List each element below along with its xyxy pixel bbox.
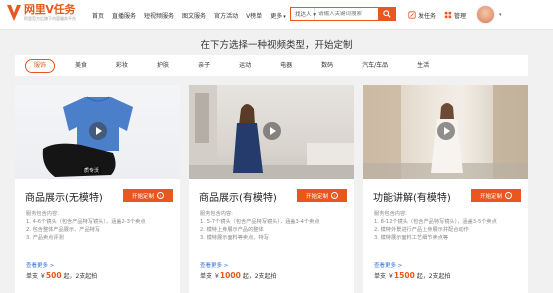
intro-line: 服务包含内容: — [26, 211, 59, 217]
tab-parenting[interactable]: 亲子 — [189, 59, 219, 73]
price-suffix: 起，2支起拍 — [61, 273, 98, 280]
play-icon — [444, 127, 450, 135]
tab-appliances[interactable]: 电器 — [271, 59, 301, 73]
card-title: 功能讲解(有模特) — [373, 193, 451, 204]
price-suffix: 起，2支起拍 — [414, 273, 451, 280]
publish-task-link[interactable]: 发任务 — [408, 11, 436, 20]
price-value: 500 — [45, 271, 62, 280]
price-prefix: 单支 ￥ — [200, 273, 220, 280]
intro-line: 2. 包含整体产品展示、产品特写 — [26, 227, 101, 233]
site-logo[interactable]: 网里V任务 阿里官方后旗下内容服务平台 — [6, 3, 76, 23]
arrow-right-icon: › — [331, 192, 338, 199]
play-button[interactable] — [263, 122, 281, 140]
publish-task-label: 发任务 — [418, 12, 437, 20]
nav-more-label: 更多 — [270, 12, 283, 20]
price-prefix: 单支 ￥ — [26, 273, 46, 280]
intro-line: 1. 5-7个镜头（包含产品特写镜头），涵盖3-4个卖点 — [200, 219, 320, 225]
service-card: 商品展示(有模特) 开始定制 › 服务包含内容: 1. 5-7个镜头（包含产品特写… — [189, 85, 354, 293]
search-input[interactable] — [315, 11, 377, 17]
manage-label: 管理 — [454, 12, 467, 20]
logo-title: 网里V任务 — [24, 3, 76, 16]
page-heading: 在下方选择一种视频类型，开始定制 — [200, 40, 353, 51]
start-customize-label: 开始定制 — [479, 193, 502, 200]
top-header: 网里V任务 阿里官方后旗下内容服务平台 首页 直播服务 短视频服务 图文服务 官… — [0, 0, 553, 30]
video-thumbnail[interactable] — [363, 85, 528, 179]
intro-line: 服务包含内容: — [374, 211, 407, 217]
intro-line: 3. 产品卖点评测 — [26, 235, 64, 241]
intro-line: 1. 8-12个镜头（包含产品特写镜头），涵盖3-5个卖点 — [374, 219, 497, 225]
tab-digital[interactable]: 数码 — [312, 59, 342, 73]
play-icon — [96, 127, 102, 135]
tab-lifestyle[interactable]: 生活 — [408, 59, 438, 73]
view-more-link[interactable]: 查看更多 > — [26, 261, 54, 269]
service-card: 质专沃 商品展示(无模特) 开始定制 › 服务包含内容: 1. 4-6个镜头（包含… — [15, 85, 180, 293]
thumbnail-watermark: 质专沃 — [82, 167, 102, 174]
tab-makeup[interactable]: 彩妆 — [107, 59, 137, 73]
nav-official-activity[interactable]: 官方活动 — [214, 11, 238, 20]
service-intro: 服务包含内容: 1. 5-7个镜头（包含产品特写镜头），涵盖3-4个卖点 2. … — [200, 210, 320, 242]
tab-sports[interactable]: 运动 — [230, 59, 260, 73]
start-customize-button[interactable]: 开始定制 › — [471, 189, 521, 202]
price-prefix: 单支 ￥ — [374, 273, 394, 280]
tab-skincare[interactable]: 护肤 — [148, 59, 178, 73]
service-intro: 服务包含内容: 1. 4-6个镜头（包含产品特写镜头），涵盖2-3个卖点 2. … — [26, 210, 146, 242]
tab-apparel[interactable]: 服饰 — [25, 58, 56, 73]
grid-icon — [444, 11, 452, 19]
play-button[interactable] — [437, 122, 455, 140]
price-value: 1500 — [393, 271, 415, 280]
start-customize-button[interactable]: 开始定制 › — [297, 189, 347, 202]
nav-live-service[interactable]: 直播服务 — [112, 11, 136, 20]
search-icon — [383, 10, 391, 18]
nav-home[interactable]: 首页 — [92, 11, 104, 20]
price-info: 单支 ￥500 起，2支起拍 — [26, 271, 97, 280]
price-value: 1000 — [219, 271, 241, 280]
user-avatar[interactable] — [476, 5, 495, 24]
manage-link[interactable]: 管理 — [444, 11, 466, 20]
tab-food[interactable]: 美食 — [66, 59, 96, 73]
tab-automotive[interactable]: 汽车/车品 — [353, 59, 397, 73]
category-tabs: 服饰 美食 彩妆 护肤 亲子 运动 电器 数码 汽车/车品 生活 — [15, 55, 528, 76]
start-customize-label: 开始定制 — [131, 193, 154, 200]
intro-line: 2. 模特外景进行产品上身展示并配合动作 — [374, 227, 469, 233]
chevron-down-icon: ▾ — [283, 13, 286, 20]
service-cards: 质专沃 商品展示(无模特) 开始定制 › 服务包含内容: 1. 4-6个镜头（包含… — [15, 85, 528, 293]
nav-graphic-service[interactable]: 图文服务 — [182, 11, 206, 20]
view-more-link[interactable]: 查看更多 > — [200, 261, 228, 269]
nav-short-video[interactable]: 短视频服务 — [144, 11, 174, 20]
search-button[interactable] — [378, 7, 396, 21]
price-suffix: 起，2支起拍 — [240, 273, 277, 280]
price-info: 单支 ￥1500 起，2支起拍 — [374, 271, 451, 280]
video-thumbnail[interactable]: 质专沃 — [15, 85, 180, 179]
service-card: 功能讲解(有模特) 开始定制 › 服务包含内容: 1. 8-12个镜头（包含产品特… — [363, 85, 528, 293]
logo-tagline: 阿里官方后旗下内容服务平台 — [24, 16, 76, 21]
play-icon — [270, 127, 276, 135]
main-nav: 首页 直播服务 短视频服务 图文服务 官方活动 V榜单 更多▾ — [92, 0, 294, 30]
arrow-right-icon: › — [505, 192, 512, 199]
nav-v-ranking[interactable]: V榜单 — [246, 11, 262, 20]
intro-line: 2. 模特上身展示产品的整体 — [200, 227, 264, 233]
arrow-right-icon: › — [157, 192, 164, 199]
card-title: 商品展示(有模特) — [199, 193, 277, 204]
logo-v-icon — [6, 3, 22, 23]
price-info: 单支 ￥1000 起，2支起拍 — [200, 271, 277, 280]
nav-more[interactable]: 更多▾ — [270, 11, 286, 20]
intro-line: 3. 模特展示面料等卖点、特写 — [200, 235, 269, 241]
card-title: 商品展示(无模特) — [25, 193, 103, 204]
start-customize-button[interactable]: 开始定制 › — [123, 189, 173, 202]
video-thumbnail[interactable] — [189, 85, 354, 179]
play-button[interactable] — [89, 122, 107, 140]
search-box: 找达人 ▾ — [290, 7, 396, 21]
intro-line: 服务包含内容: — [200, 211, 233, 217]
search-scope-select[interactable]: 找达人 ▾ — [291, 8, 316, 20]
chevron-down-icon[interactable]: ▾ — [499, 12, 502, 18]
start-customize-label: 开始定制 — [305, 193, 328, 200]
intro-line: 1. 4-6个镜头（包含产品特写镜头），涵盖2-3个卖点 — [26, 219, 146, 225]
service-intro: 服务包含内容: 1. 8-12个镜头（包含产品特写镜头），涵盖3-5个卖点 2.… — [374, 210, 497, 242]
intro-line: 3. 模特展示面料工艺细节卖点等 — [374, 235, 449, 241]
view-more-link[interactable]: 查看更多 > — [374, 261, 402, 269]
edit-icon — [408, 11, 416, 19]
